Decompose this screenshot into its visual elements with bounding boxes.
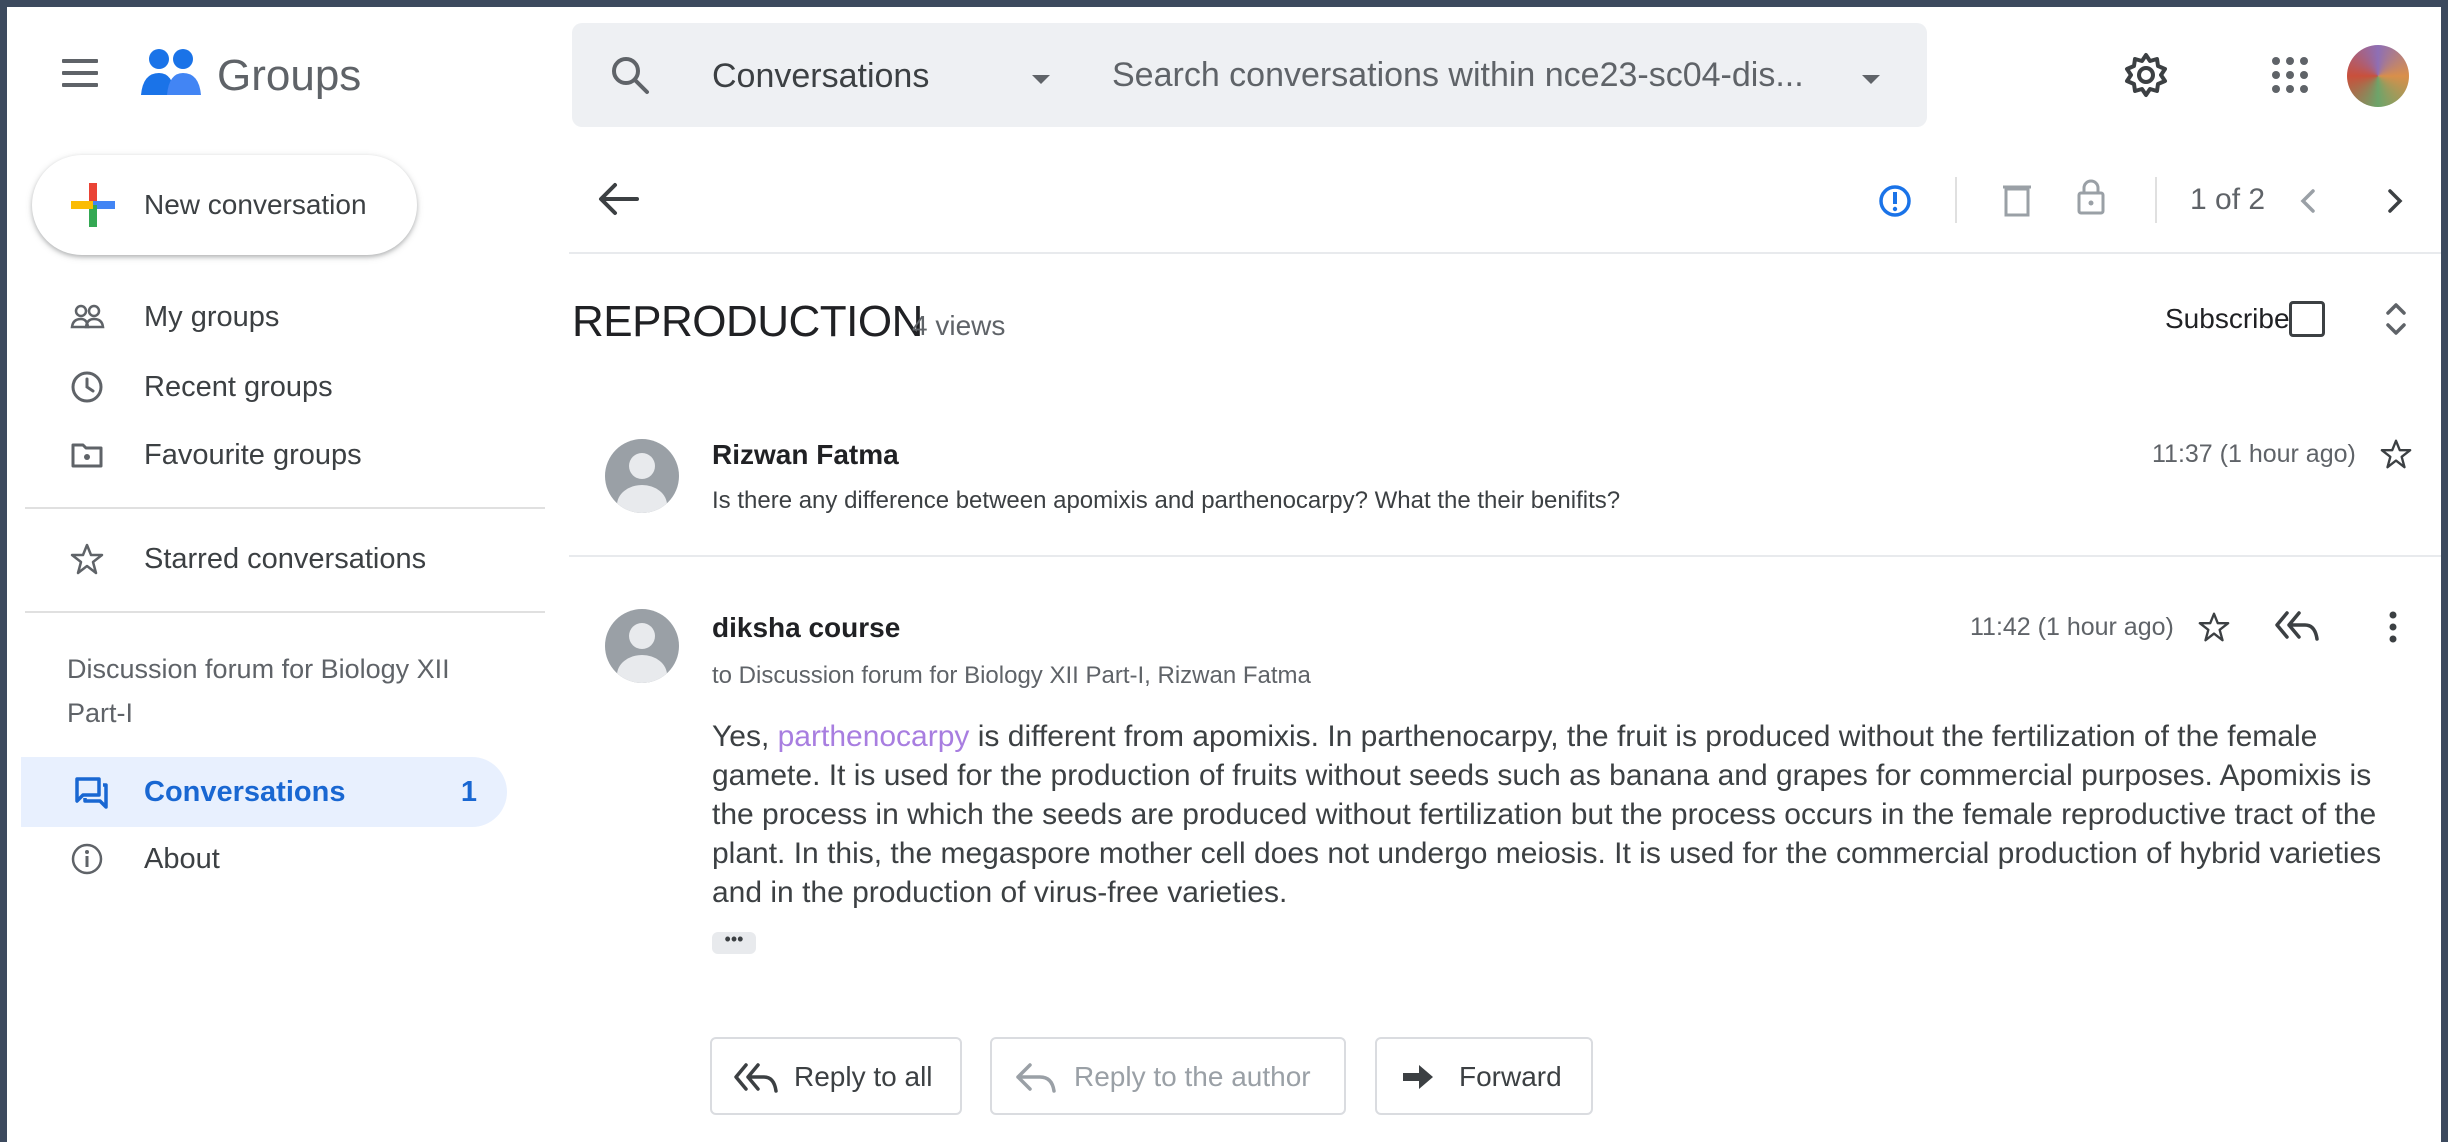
message-divider (569, 555, 2441, 557)
expand-collapse-icon[interactable] (2382, 299, 2410, 339)
groups-logo-icon[interactable] (139, 43, 203, 107)
sidebar-item-label: My groups (144, 301, 280, 333)
folder-star-icon (71, 443, 103, 468)
people-icon (70, 304, 105, 329)
report-icon[interactable] (1877, 183, 1913, 219)
search-options-chevron-icon[interactable] (1862, 75, 1880, 84)
sidebar-item-starred-conversations[interactable]: Starred conversations (7, 529, 527, 589)
message-body: Yes, parthenocarpy is different from apo… (712, 717, 2392, 912)
forward-icon (1403, 1065, 1433, 1089)
sidebar-divider (25, 507, 545, 509)
trash-icon[interactable] (2002, 181, 2032, 219)
account-avatar[interactable] (2347, 45, 2409, 107)
message-recipients: to Discussion forum for Biology XII Part… (712, 662, 1311, 689)
reply-all-icon[interactable] (2275, 611, 2319, 641)
body-link[interactable]: parthenocarpy (778, 720, 970, 753)
sidebar-item-my-groups[interactable]: My groups (7, 287, 527, 347)
conversations-icon (75, 777, 108, 809)
sidebar-item-label: Starred conversations (144, 543, 427, 575)
star-icon[interactable] (2379, 437, 2413, 471)
view-count: 4 views (912, 310, 1006, 341)
message-snippet[interactable]: Is there any difference between apomixis… (712, 487, 1620, 515)
sidebar-item-label: Conversations (144, 776, 346, 808)
back-arrow-icon[interactable] (597, 179, 641, 219)
body-text-start: Yes, (712, 720, 778, 753)
apps-grid-icon[interactable] (2272, 57, 2308, 93)
search-input[interactable] (1112, 51, 1832, 99)
more-options-icon[interactable] (2387, 607, 2399, 647)
forum-name[interactable]: Discussion forum for Biology XII Part-I (67, 647, 507, 735)
reply-all-icon (734, 1063, 778, 1093)
chevron-down-icon[interactable] (1032, 75, 1050, 84)
reply-to-author-button[interactable]: Reply to the author (990, 1037, 1346, 1115)
pagination-label: 1 of 2 (2190, 183, 2266, 216)
chevron-left-icon[interactable] (2295, 183, 2321, 219)
sidebar-item-recent-groups[interactable]: Recent groups (7, 357, 527, 417)
thread-title: REPRODUCTION (572, 297, 923, 346)
forward-button[interactable]: Forward (1375, 1037, 1593, 1115)
new-conversation-label: New conversation (144, 189, 367, 220)
lock-icon[interactable] (2075, 177, 2107, 217)
message-author[interactable]: Rizwan Fatma (712, 439, 899, 471)
sidebar-item-label: Recent groups (144, 371, 333, 403)
app-window: Groups Conversations Search conversation… (0, 0, 2448, 1142)
button-label: Forward (1459, 1061, 1562, 1092)
message-timestamp: 11:37 (1 hour ago) (2152, 440, 2356, 468)
message-timestamp: 11:42 (1 hour ago) (1970, 613, 2174, 641)
reply-icon (1016, 1063, 1056, 1093)
subscribe-checkbox[interactable] (2289, 301, 2325, 337)
clock-icon (71, 371, 103, 403)
plus-icon (71, 183, 115, 227)
sidebar-item-about[interactable]: About (7, 829, 527, 889)
button-label: Reply to the author (1074, 1061, 1311, 1092)
sidebar-item-favourite-groups[interactable]: Favourite groups (7, 425, 527, 485)
message-author[interactable]: diksha course (712, 612, 900, 644)
sidebar-item-label: Favourite groups (144, 439, 362, 471)
search-icon[interactable] (608, 53, 652, 97)
top-bar: Groups Conversations (7, 7, 2441, 142)
reply-to-all-button[interactable]: Reply to all (710, 1037, 962, 1115)
gear-icon[interactable] (2122, 51, 2170, 99)
app-title[interactable]: Groups (217, 51, 361, 101)
info-icon (71, 843, 103, 875)
chevron-right-icon[interactable] (2382, 183, 2408, 219)
search-bar: Conversations (572, 23, 1927, 127)
new-conversation-button[interactable]: New conversation (32, 155, 417, 255)
show-trimmed-content-button[interactable]: ••• (712, 930, 756, 954)
toolbar-divider (569, 252, 2441, 254)
conversation-count-badge: 1 (460, 776, 477, 808)
toolbar-separator (1955, 177, 1957, 223)
star-icon (70, 543, 104, 575)
search-scope-dropdown[interactable]: Conversations (712, 57, 929, 96)
toolbar-separator (2155, 177, 2157, 223)
avatar[interactable] (605, 609, 679, 683)
sidebar-item-conversations[interactable]: Conversations 1 (21, 757, 507, 827)
sidebar-item-label: About (144, 843, 220, 875)
subscribe-label: Subscribe (2165, 303, 2290, 334)
sidebar-divider (25, 611, 545, 613)
star-icon[interactable] (2197, 610, 2231, 644)
hamburger-menu-icon[interactable] (62, 59, 98, 87)
avatar[interactable] (605, 439, 679, 513)
button-label: Reply to all (794, 1061, 933, 1092)
